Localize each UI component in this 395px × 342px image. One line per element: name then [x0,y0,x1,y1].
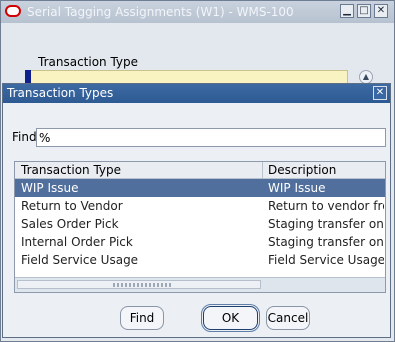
transaction-type-cell: Internal Order Pick [21,235,133,249]
column-transaction-type[interactable]: Transaction Type [21,163,121,177]
background-window-title: Serial Tagging Assignments (W1) - WMS-10… [27,5,294,19]
horizontal-scrollbar[interactable] [15,277,385,292]
column-description[interactable]: Description [268,163,336,177]
find-input[interactable] [36,128,386,147]
close-icon[interactable]: ✕ [374,4,388,18]
column-divider[interactable] [262,162,263,178]
description-cell: Return to vendor from [268,199,384,213]
table-header: Transaction Type Description [15,162,385,179]
transaction-types-dialog: Transaction Types ✕ Find Transaction Typ… [2,83,391,338]
ok-button[interactable]: OK [201,304,260,332]
description-cell: Staging transfer on a S [268,217,384,231]
transaction-type-cell: Sales Order Pick [21,217,119,231]
dialog-close-icon[interactable]: ✕ [373,86,387,100]
find-button[interactable]: Find [120,306,164,330]
minimize-icon[interactable]: ▁ [340,4,354,18]
table-row[interactable]: Internal Order Pick Staging transfer on … [15,233,385,251]
scroll-up-icon[interactable]: ▲ [359,70,373,84]
table-row[interactable]: WIP Issue WIP Issue [15,179,385,197]
transaction-type-cell: WIP Issue [21,181,79,195]
table-rows: WIP Issue WIP Issue Return to Vendor Ret… [15,179,385,269]
transaction-type-label: Transaction Type [38,55,139,69]
find-label: Find [12,130,37,144]
description-cell: WIP Issue [268,181,326,195]
table-row[interactable]: Sales Order Pick Staging transfer on a S [15,215,385,233]
background-titlebar: Serial Tagging Assignments (W1) - WMS-10… [1,1,394,23]
dialog-title: Transaction Types [7,86,114,100]
description-cell: Field Service Usage [268,253,384,267]
cancel-button[interactable]: Cancel [266,306,310,330]
table-row[interactable]: Return to Vendor Return to vendor from [15,197,385,215]
dialog-titlebar: Transaction Types ✕ [3,84,390,103]
transaction-type-cell: Field Service Usage [21,253,139,267]
results-table: Transaction Type Description WIP Issue W… [14,161,386,293]
scrollbar-thumb[interactable] [17,280,261,289]
maximize-icon[interactable]: □ [357,4,371,18]
oracle-logo-icon [5,5,21,17]
description-cell: Staging transfer on an [268,235,384,249]
transaction-type-cell: Return to Vendor [21,199,123,213]
scrollbar-grip-icon [113,283,173,287]
table-row[interactable]: Field Service Usage Field Service Usage [15,251,385,269]
